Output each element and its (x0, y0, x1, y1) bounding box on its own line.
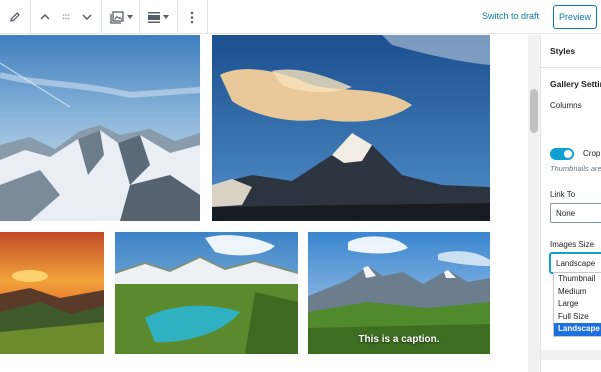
image-caption[interactable]: This is a caption. (308, 334, 490, 345)
gallery-image-green-valley[interactable]: This is a caption. (308, 232, 490, 354)
gallery-image-peak-with-cloud[interactable] (212, 35, 490, 221)
block-toolbar: Switch to draft Preview (0, 0, 601, 34)
gallery-image-alpine-lake[interactable] (115, 232, 298, 354)
link-to-label: Link To (550, 190, 576, 199)
preview-button[interactable]: Preview (553, 5, 597, 29)
settings-sidebar: Styles Gallery Settings Columns Crop ima… (540, 35, 601, 372)
gallery-canvas: This is a caption. (0, 35, 528, 372)
crop-help-text: Thumbnails are cropped to align. (550, 164, 601, 173)
images-size-label: Images Size (550, 240, 595, 249)
option-landscape[interactable]: Landscape (554, 323, 601, 336)
option-large[interactable]: Large (554, 298, 601, 311)
styles-tab[interactable]: Styles (550, 46, 575, 56)
columns-label: Columns (550, 101, 582, 110)
gallery-settings-heading[interactable]: Gallery Settings (550, 79, 601, 89)
switch-to-draft-link[interactable]: Switch to draft (482, 11, 539, 21)
caret-down-icon (126, 15, 133, 19)
editor-scrollbar[interactable] (528, 35, 540, 372)
scrollbar-thumb[interactable] (530, 89, 538, 133)
gallery-image-snowy-mountains[interactable] (0, 35, 200, 221)
align-button[interactable] (143, 0, 173, 34)
drag-handle-icon[interactable] (58, 0, 74, 34)
toggle-knob (564, 150, 572, 158)
option-full-size[interactable]: Full Size (554, 311, 601, 324)
sidebar-horizontal-scrollbar[interactable] (541, 350, 601, 360)
pencil-icon[interactable] (4, 0, 26, 34)
more-vertical-icon[interactable] (182, 0, 202, 34)
link-to-select[interactable]: None (550, 203, 601, 223)
gallery-icon (109, 10, 124, 24)
chevron-up-icon[interactable] (36, 0, 54, 34)
option-thumbnail[interactable]: Thumbnail (554, 273, 601, 286)
crop-images-toggle[interactable] (550, 148, 574, 160)
option-medium[interactable]: Medium (554, 286, 601, 299)
gallery-type-button[interactable] (106, 0, 136, 34)
align-icon (147, 11, 160, 23)
images-size-select[interactable]: Landscape (550, 253, 601, 273)
gallery-image-sunset-hills[interactable] (0, 232, 104, 354)
chevron-down-icon[interactable] (78, 0, 96, 34)
crop-images-label: Crop images (583, 149, 601, 158)
caret-down-icon (162, 15, 169, 19)
images-size-dropdown: Thumbnail Medium Large Full Size Landsca… (553, 272, 601, 337)
